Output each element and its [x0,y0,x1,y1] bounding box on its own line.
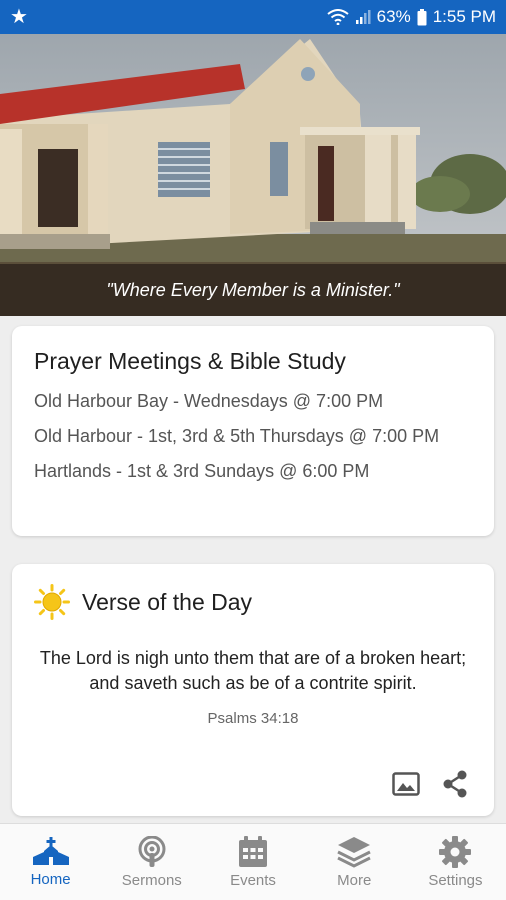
clock: 1:55 PM [432,7,496,26]
tagline-banner: "Where Every Member is a Minister." [0,264,506,316]
tab-label: Events [230,871,276,889]
status-bar: ★ 63% 1:55 PM [0,0,506,34]
podcast-icon [138,835,166,867]
tab-home[interactable]: Home [0,824,101,900]
verse-body: The Lord is nigh unto them that are of a… [39,648,467,693]
star-icon: ★ [10,6,28,28]
tab-label: Home [30,870,71,888]
wifi-icon [327,9,349,25]
gear-icon [439,835,472,868]
church-photo: "Where Every Member is a Minister." [0,34,506,316]
schedule-item: Old Harbour Bay - Wednesdays @ 7:00 PM [34,391,384,411]
tagline: "Where Every Member is a Minister." [106,279,400,300]
status-indicators: 63% 1:55 PM [327,7,496,27]
battery-percent: 63% [376,7,411,26]
signal-icon [355,10,371,24]
bottom-navigation: Home Sermons Events More Settings [0,823,506,900]
tab-sermons[interactable]: Sermons [101,824,202,900]
image-icon[interactable] [392,772,420,796]
schedule-item: Old Harbour - 1st, 3rd & 5th Thursdays @… [34,426,440,446]
tab-label: More [337,871,372,889]
card-title: Prayer Meetings & Bible Study [34,348,346,374]
verse-text: The Lord is nigh unto them that are of a… [34,646,472,731]
church-icon [32,836,69,865]
layers-icon [337,836,371,868]
tab-more[interactable]: More [304,824,405,900]
card-title: Verse of the Day [82,588,253,615]
schedule-item: Hartlands - 1st & 3rd Sundays @ 6:00 PM [34,461,370,481]
tab-label: Settings [428,871,483,889]
calendar-icon [239,835,267,867]
share-icon[interactable] [442,770,468,798]
prayer-meetings-card: Prayer Meetings & Bible Study Old Harbou… [12,326,494,536]
tab-settings[interactable]: Settings [405,824,506,900]
tab-label: Sermons [121,871,182,889]
verse-reference: Psalms 34:18 [207,710,299,727]
sun-icon [34,584,70,620]
tab-events[interactable]: Events [202,824,303,900]
battery-icon [417,8,427,25]
verse-of-the-day-card: Verse of the Day The Lord is nigh unto t… [12,564,494,816]
